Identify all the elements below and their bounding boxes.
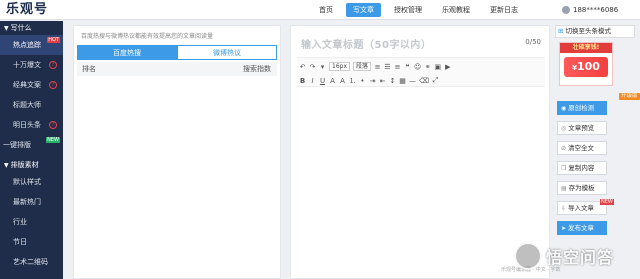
clear-format-icon[interactable]: ⌫ bbox=[419, 77, 429, 85]
unordered-list-icon[interactable]: • bbox=[359, 77, 366, 85]
editor-toolbar: ↶ ↷ ▾ 16px 段落 ≡ ☰ ≡ ❝ ☺ ⚭ ▣ ▶ B I U A A … bbox=[297, 57, 545, 87]
preview-button[interactable]: ◎ 文章预览 bbox=[557, 121, 607, 135]
new-badge: NEW bbox=[600, 199, 614, 205]
hot-badge: HOT bbox=[47, 37, 60, 43]
sidebar-item-one-click-layout[interactable]: 一键排版 NEW bbox=[0, 135, 63, 155]
sidebar-item-tomorrow-headlines[interactable]: 明日头条 ? bbox=[0, 115, 63, 135]
hot-tabs: 百度热搜 微博热议 bbox=[77, 45, 277, 60]
upgrade-badge: 升级版 bbox=[619, 93, 640, 100]
publish-article-button[interactable]: ➤ 发布文章 bbox=[557, 221, 607, 235]
table-icon[interactable]: ▦ bbox=[399, 77, 406, 85]
quote-icon[interactable]: ❝ bbox=[404, 63, 411, 71]
sidebar-section-write[interactable]: ▼ 写什么 bbox=[0, 21, 63, 35]
line-height-icon[interactable]: ↕ bbox=[389, 77, 396, 85]
clear-all-button[interactable]: ⊘ 清空全文 bbox=[557, 141, 607, 155]
align-left-icon[interactable]: ≡ bbox=[374, 63, 381, 71]
nav-changelog[interactable]: 更新日志 bbox=[483, 3, 525, 17]
undo-icon[interactable]: ↶ bbox=[299, 63, 306, 71]
indent-icon[interactable]: ⇥ bbox=[369, 77, 376, 85]
title-char-count: 0/50 bbox=[525, 38, 541, 46]
outdent-icon[interactable]: ⇤ bbox=[379, 77, 386, 85]
divider-icon[interactable]: — bbox=[409, 77, 416, 85]
paragraph-select[interactable]: 段落 bbox=[353, 62, 372, 71]
redo-icon[interactable]: ↷ bbox=[309, 63, 316, 71]
nav-authorization[interactable]: 授权管理 bbox=[387, 3, 429, 17]
image-icon[interactable]: ▣ bbox=[434, 63, 442, 71]
new-badge: NEW bbox=[46, 137, 60, 143]
font-size-select[interactable]: 16px bbox=[329, 62, 350, 71]
italic-icon[interactable]: I bbox=[309, 77, 316, 85]
sidebar-item-art-qrcode[interactable]: 艺术二维码 bbox=[0, 252, 63, 272]
column-rank: 排名 bbox=[82, 65, 96, 73]
sidebar-item-hot-tracking[interactable]: 热点追踪 HOT bbox=[0, 35, 63, 55]
nav-write-article[interactable]: 写文章 bbox=[346, 3, 381, 17]
tab-weibo-hot[interactable]: 微博热议 bbox=[177, 45, 277, 60]
link-icon[interactable]: ⚭ bbox=[424, 63, 431, 71]
promo-title: 壮硕享钱! bbox=[560, 43, 612, 53]
send-icon: ➤ bbox=[561, 225, 567, 232]
sidebar-item-holiday[interactable]: 节日 bbox=[0, 232, 63, 252]
bg-color-icon[interactable]: A bbox=[339, 77, 346, 85]
article-title-input[interactable]: 输入文章标题（50字以内） bbox=[301, 36, 431, 51]
underline-icon[interactable]: U bbox=[319, 77, 326, 85]
nav-tutorial[interactable]: 乐观教程 bbox=[435, 3, 477, 17]
bold-icon[interactable]: B bbox=[299, 77, 306, 85]
sidebar-item-viral-articles[interactable]: 十万爆文 ? bbox=[0, 55, 63, 75]
check-icon: ◉ bbox=[561, 105, 567, 112]
nav-home[interactable]: 首页 bbox=[312, 3, 340, 17]
align-right-icon[interactable]: ≡ bbox=[394, 63, 401, 71]
template-icon: ▤ bbox=[561, 185, 567, 192]
hot-tip-text: 百度热搜与微博热议都能有效提高您的文章阅读量 bbox=[81, 33, 214, 40]
sidebar-item-latest-hot[interactable]: 最新热门 bbox=[0, 192, 63, 212]
watermark-text: 悟空问答 bbox=[546, 248, 615, 267]
ordered-list-icon[interactable]: ⒈ bbox=[349, 76, 356, 86]
user-phone: 188****6086 bbox=[573, 6, 619, 14]
sidebar-item-title-master[interactable]: 标题大师 bbox=[0, 95, 63, 115]
switch-icon: ⊞ bbox=[558, 27, 564, 35]
eye-icon: ◎ bbox=[561, 125, 567, 132]
format-painter-icon[interactable]: ▾ bbox=[319, 63, 326, 71]
promo-banner[interactable]: 壮硕享钱! ¥100 bbox=[559, 42, 613, 86]
originality-check-button[interactable]: ◉ 原创检测 bbox=[557, 101, 607, 115]
column-search-index: 搜索指数 bbox=[243, 65, 271, 73]
app-logo[interactable]: 乐观号 bbox=[6, 0, 48, 20]
clear-icon: ⊘ bbox=[561, 145, 567, 152]
import-icon: ⇩ bbox=[561, 205, 567, 212]
user-avatar-icon bbox=[562, 6, 570, 14]
font-color-icon[interactable]: A bbox=[329, 77, 336, 85]
hot-table-header: 排名 搜索指数 bbox=[77, 62, 277, 76]
top-bar: 乐观号 首页 写文章 授权管理 乐观教程 更新日志 188****6086 bbox=[0, 0, 640, 20]
help-icon[interactable]: ? bbox=[49, 61, 57, 69]
help-icon[interactable]: ? bbox=[49, 121, 57, 129]
caret-down-icon: ▼ bbox=[4, 162, 9, 169]
fullscreen-icon[interactable]: ⤢ bbox=[432, 76, 439, 85]
sidebar: ▼ 写什么 热点追踪 HOT 十万爆文 ? 经典文案 ? 标题大师 明日头条 ? … bbox=[0, 21, 63, 279]
caret-down-icon: ▼ bbox=[4, 25, 9, 32]
align-center-icon[interactable]: ☰ bbox=[384, 63, 391, 71]
user-menu[interactable]: 188****6086 bbox=[562, 3, 618, 17]
main-nav: 首页 写文章 授权管理 乐观教程 更新日志 bbox=[312, 3, 531, 17]
switch-mode-button[interactable]: ⊞ 切换至头条模式 bbox=[555, 25, 635, 38]
emoji-icon[interactable]: ☺ bbox=[414, 63, 421, 71]
copy-content-button[interactable]: ❐ 复制内容 bbox=[557, 161, 607, 175]
watermark-logo-icon bbox=[514, 242, 542, 270]
copy-icon: ❐ bbox=[561, 165, 567, 172]
hot-search-panel: 百度热搜与微博热议都能有效提高您的文章阅读量 百度热搜 微博热议 排名 搜索指数 bbox=[73, 25, 281, 279]
article-editor: 输入文章标题（50字以内） 0/50 ↶ ↷ ▾ 16px 段落 ≡ ☰ ≡ ❝… bbox=[290, 25, 561, 279]
help-icon[interactable]: ? bbox=[49, 81, 57, 89]
sidebar-item-classic-copy[interactable]: 经典文案 ? bbox=[0, 75, 63, 95]
tab-baidu-hot[interactable]: 百度热搜 bbox=[77, 45, 177, 60]
video-icon[interactable]: ▶ bbox=[444, 63, 451, 71]
save-template-button[interactable]: ▤ 存为模板 bbox=[557, 181, 607, 195]
sidebar-section-materials[interactable]: ▼ 排版素材 bbox=[0, 158, 63, 172]
sidebar-item-default-style[interactable]: 默认样式 bbox=[0, 172, 63, 192]
promo-coupon: ¥100 bbox=[564, 57, 608, 77]
watermark: 悟空问答 bbox=[514, 242, 614, 270]
sidebar-item-industry[interactable]: 行业 bbox=[0, 212, 63, 232]
